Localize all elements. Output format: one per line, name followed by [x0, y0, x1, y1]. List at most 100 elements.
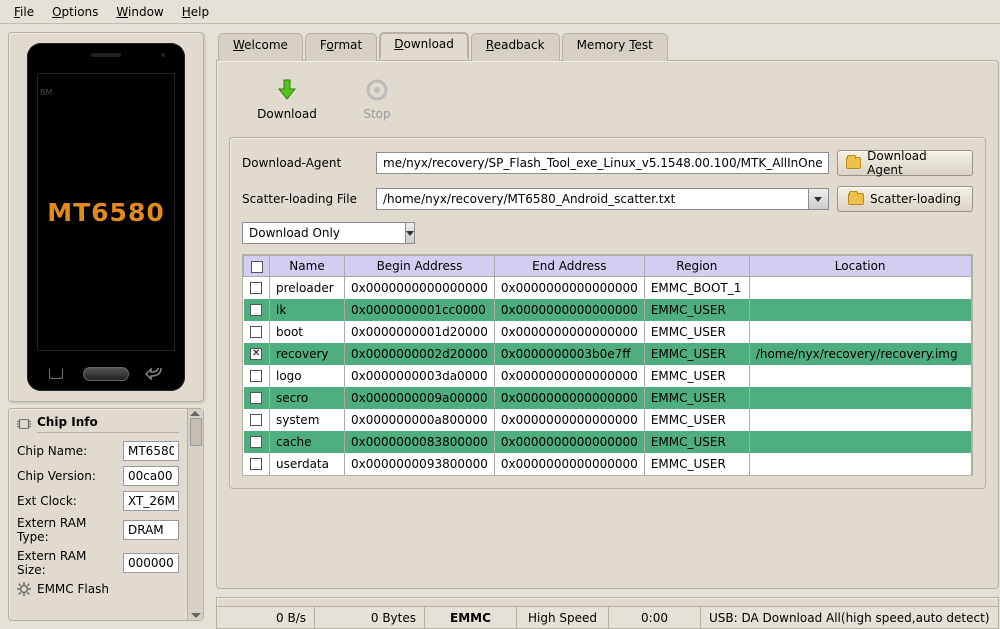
phone-preview: BM MT6580 — [8, 32, 204, 402]
tab-download[interactable]: Download — [379, 32, 469, 60]
phone-brand: BM — [40, 88, 52, 97]
cell-region: EMMC_USER — [644, 343, 749, 365]
cell-location — [749, 365, 971, 387]
phone-chip-text: MT6580 — [47, 198, 165, 227]
menu-help[interactable]: Help — [174, 3, 217, 21]
chip-scrollbar[interactable] — [187, 409, 203, 620]
cell-name: lk — [270, 299, 345, 321]
table-row[interactable]: lk0x0000000001cc00000x0000000000000000EM… — [244, 299, 972, 321]
table-row[interactable]: system0x000000000a8000000x00000000000000… — [244, 409, 972, 431]
cell-location — [749, 299, 971, 321]
row-checkbox[interactable] — [250, 414, 262, 426]
cell-location — [749, 409, 971, 431]
download-agent-input[interactable] — [376, 152, 829, 174]
col-begin[interactable]: Begin Address — [345, 256, 495, 277]
cell-name: logo — [270, 365, 345, 387]
row-checkbox[interactable] — [250, 348, 262, 360]
menubar: File Options Window Help — [0, 0, 1000, 24]
tab-format[interactable]: Format — [305, 33, 377, 61]
menu-file[interactable]: File — [6, 3, 42, 21]
scatter-file-input[interactable] — [376, 188, 809, 210]
cell-region: EMMC_USER — [644, 299, 749, 321]
download-mode-select[interactable] — [242, 222, 406, 244]
cell-end: 0x0000000000000000 — [494, 431, 644, 453]
cell-region: EMMC_USER — [644, 387, 749, 409]
tab-welcome[interactable]: Welcome — [218, 33, 303, 61]
gear-icon — [17, 582, 31, 596]
cell-end: 0x0000000000000000 — [494, 321, 644, 343]
menu-window[interactable]: Window — [108, 3, 171, 21]
select-all-checkbox[interactable] — [251, 261, 263, 273]
toolbar: Download Stop — [229, 73, 986, 125]
row-checkbox[interactable] — [250, 370, 262, 382]
chip-name-input[interactable] — [123, 441, 179, 461]
cell-begin: 0x0000000003da0000 — [345, 365, 495, 387]
cell-location — [749, 431, 971, 453]
col-region[interactable]: Region — [644, 256, 749, 277]
table-row[interactable]: userdata0x00000000938000000x000000000000… — [244, 453, 972, 475]
ext-clock-label: Ext Clock: — [17, 494, 117, 508]
status-rate: 0 B/s — [217, 607, 315, 628]
cell-region: EMMC_USER — [644, 453, 749, 475]
cell-location: /home/nyx/recovery/recovery.img — [749, 343, 971, 365]
cell-end: 0x0000000000000000 — [494, 299, 644, 321]
scatter-loading-button[interactable]: Scatter-loading — [837, 186, 973, 212]
status-bytes: 0 Bytes — [315, 607, 425, 628]
cell-region: EMMC_USER — [644, 409, 749, 431]
col-location[interactable]: Location — [749, 256, 971, 277]
cell-begin: 0x0000000001d20000 — [345, 321, 495, 343]
chip-name-label: Chip Name: — [17, 444, 117, 458]
table-row[interactable]: boot0x0000000001d200000x0000000000000000… — [244, 321, 972, 343]
phone-home-icon — [83, 367, 129, 381]
row-checkbox[interactable] — [250, 392, 262, 404]
table-row[interactable]: preloader0x00000000000000000x00000000000… — [244, 277, 972, 299]
cell-end: 0x0000000000000000 — [494, 387, 644, 409]
menu-options[interactable]: Options — [44, 3, 106, 21]
progress-bar — [216, 597, 999, 607]
table-row[interactable]: cache0x00000000838000000x000000000000000… — [244, 431, 972, 453]
cell-end: 0x0000000000000000 — [494, 365, 644, 387]
cell-name: secro — [270, 387, 345, 409]
cell-begin: 0x000000000a800000 — [345, 409, 495, 431]
row-checkbox[interactable] — [250, 282, 262, 294]
cell-begin: 0x0000000000000000 — [345, 277, 495, 299]
cell-begin: 0x0000000001cc0000 — [345, 299, 495, 321]
ram-size-label: Extern RAM Size: — [17, 549, 117, 577]
chip-version-input[interactable] — [123, 466, 179, 486]
download-agent-button[interactable]: Download Agent — [837, 150, 973, 176]
ram-size-input[interactable] — [123, 553, 179, 573]
col-name[interactable]: Name — [270, 256, 345, 277]
tab-readback[interactable]: Readback — [471, 33, 560, 61]
table-row[interactable]: recovery0x0000000002d200000x0000000003b0… — [244, 343, 972, 365]
tab-memory-test[interactable]: Memory Test — [562, 33, 668, 61]
mode-dropdown-button[interactable] — [406, 222, 415, 244]
chip-icon — [17, 417, 31, 431]
row-checkbox[interactable] — [250, 304, 262, 316]
download-button[interactable]: Download — [257, 77, 317, 121]
cell-begin: 0x0000000093800000 — [345, 453, 495, 475]
cell-region: EMMC_BOOT_1 — [644, 277, 749, 299]
row-checkbox[interactable] — [250, 326, 262, 338]
scatter-file-label: Scatter-loading File — [242, 192, 368, 206]
col-end[interactable]: End Address — [494, 256, 644, 277]
table-row[interactable]: secro0x0000000009a000000x000000000000000… — [244, 387, 972, 409]
folder-icon — [846, 157, 862, 169]
chip-info-title: Chip Info — [37, 415, 179, 433]
cell-name: cache — [270, 431, 345, 453]
cell-name: boot — [270, 321, 345, 343]
ram-type-label: Extern RAM Type: — [17, 516, 117, 544]
table-row[interactable]: logo0x0000000003da00000x0000000000000000… — [244, 365, 972, 387]
ext-clock-input[interactable] — [123, 491, 179, 511]
row-checkbox[interactable] — [250, 436, 262, 448]
cell-begin: 0x0000000083800000 — [345, 431, 495, 453]
scatter-dropdown-button[interactable] — [809, 188, 829, 210]
phone-back-icon — [145, 366, 163, 383]
emmc-flash-label: EMMC Flash — [37, 582, 179, 596]
cell-end: 0x0000000000000000 — [494, 277, 644, 299]
cell-location — [749, 453, 971, 475]
status-storage: EMMC — [425, 607, 517, 628]
ram-type-input[interactable] — [123, 520, 179, 540]
row-checkbox[interactable] — [250, 458, 262, 470]
status-bar: 0 B/s 0 Bytes EMMC High Speed 0:00 USB: … — [216, 607, 999, 629]
status-usb: USB: DA Download All(high speed,auto det… — [701, 607, 998, 628]
